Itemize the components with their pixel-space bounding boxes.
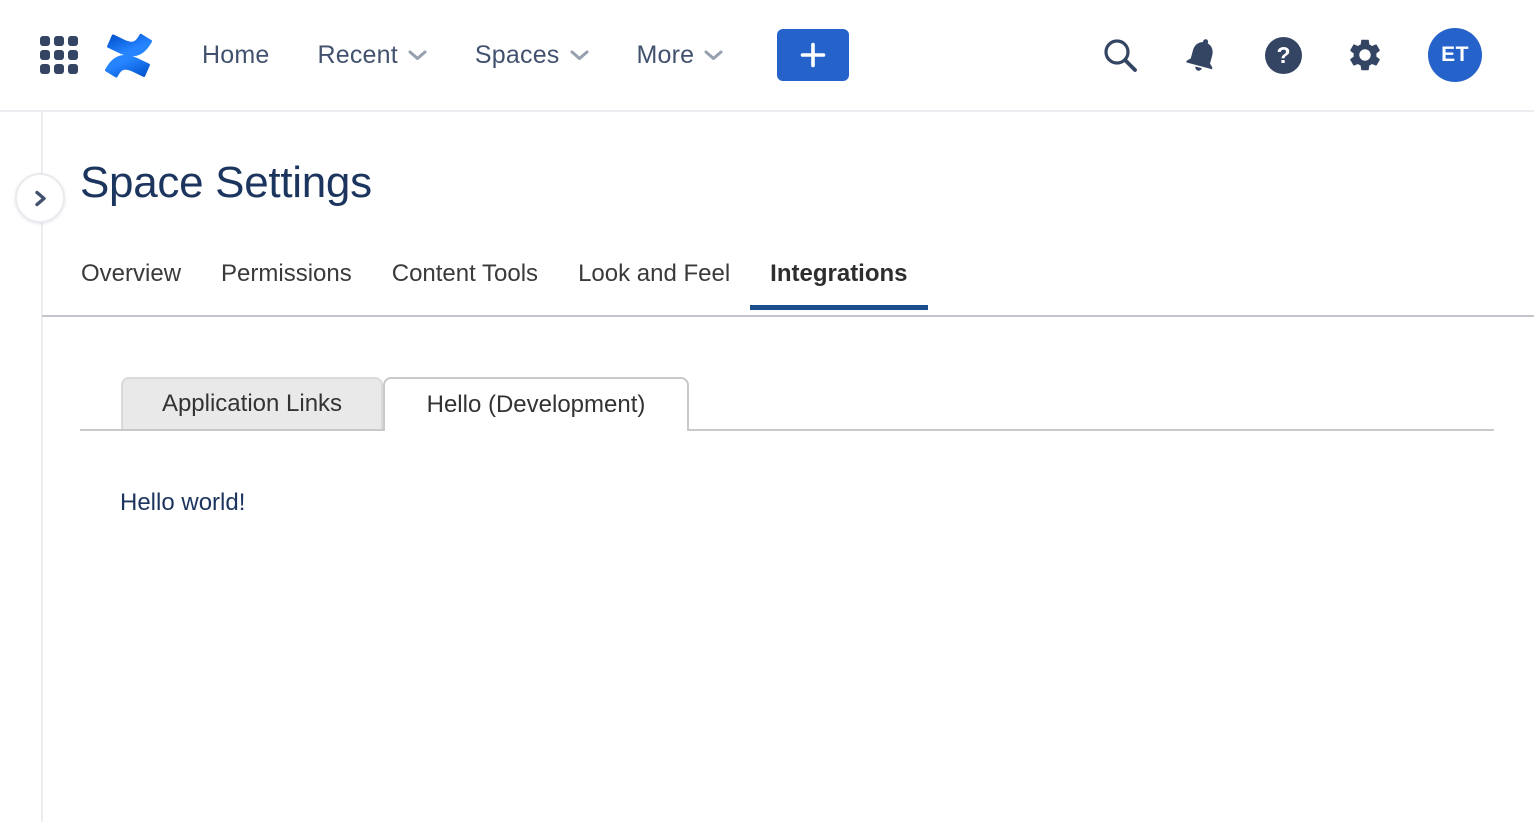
subtab-hello-development[interactable]: Hello (Development) — [383, 377, 689, 431]
tab-look-and-feel[interactable]: Look and Feel — [558, 259, 750, 310]
subtab-application-links[interactable]: Application Links — [121, 377, 383, 429]
tab-overview[interactable]: Overview — [61, 259, 201, 310]
integration-content-text: Hello world! — [120, 488, 1534, 517]
page-tabs: Overview Permissions Content Tools Look … — [61, 259, 1534, 310]
chevron-down-icon — [570, 50, 589, 61]
app-switcher-grid-icon — [40, 36, 78, 74]
nav-item-spaces[interactable]: Spaces — [475, 41, 589, 70]
nav-item-label: More — [637, 41, 695, 70]
settings-button[interactable] — [1346, 36, 1384, 74]
nav-item-label: Home — [202, 41, 270, 70]
expand-sidebar-button[interactable] — [15, 173, 65, 223]
main-content: Space Settings Overview Permissions Cont… — [0, 112, 1534, 822]
notifications-button[interactable] — [1183, 36, 1221, 74]
tab-permissions[interactable]: Permissions — [201, 259, 372, 310]
primary-nav: Home Recent Spaces More — [202, 41, 771, 70]
nav-item-home[interactable]: Home — [202, 41, 270, 70]
avatar[interactable]: ET — [1428, 28, 1482, 82]
notification-bell-icon — [1179, 32, 1226, 79]
topnav-right-cluster: ? ET — [1102, 28, 1534, 82]
create-button[interactable] — [777, 29, 849, 81]
chevron-down-icon — [704, 50, 723, 61]
plus-icon — [798, 40, 828, 70]
integrations-subtabs: Application Links Hello (Development) — [80, 377, 1494, 431]
question-mark-icon: ? — [1265, 37, 1302, 74]
tabs-bottom-divider — [42, 315, 1534, 317]
help-button[interactable]: ? — [1265, 37, 1302, 74]
search-icon — [1102, 37, 1139, 74]
confluence-space-settings-page: { "header": { "nav_items": [ { "label": … — [0, 0, 1534, 824]
top-navigation-bar: Home Recent Spaces More — [0, 0, 1534, 112]
search-button[interactable] — [1102, 37, 1139, 74]
chevron-right-icon — [32, 189, 49, 208]
nav-item-more[interactable]: More — [637, 41, 724, 70]
question-glyph: ? — [1276, 42, 1290, 69]
page-title: Space Settings — [80, 158, 1534, 208]
nav-item-recent[interactable]: Recent — [318, 41, 427, 70]
app-switcher-button[interactable] — [40, 36, 78, 74]
tab-content-tools[interactable]: Content Tools — [372, 259, 558, 310]
tab-integrations[interactable]: Integrations — [750, 259, 927, 310]
avatar-initials: ET — [1441, 43, 1469, 67]
nav-item-label: Recent — [318, 41, 398, 70]
chevron-down-icon — [408, 50, 427, 61]
confluence-logo[interactable] — [105, 32, 152, 79]
gear-icon — [1346, 36, 1384, 74]
nav-item-label: Spaces — [475, 41, 560, 70]
confluence-logo-icon — [105, 32, 152, 79]
